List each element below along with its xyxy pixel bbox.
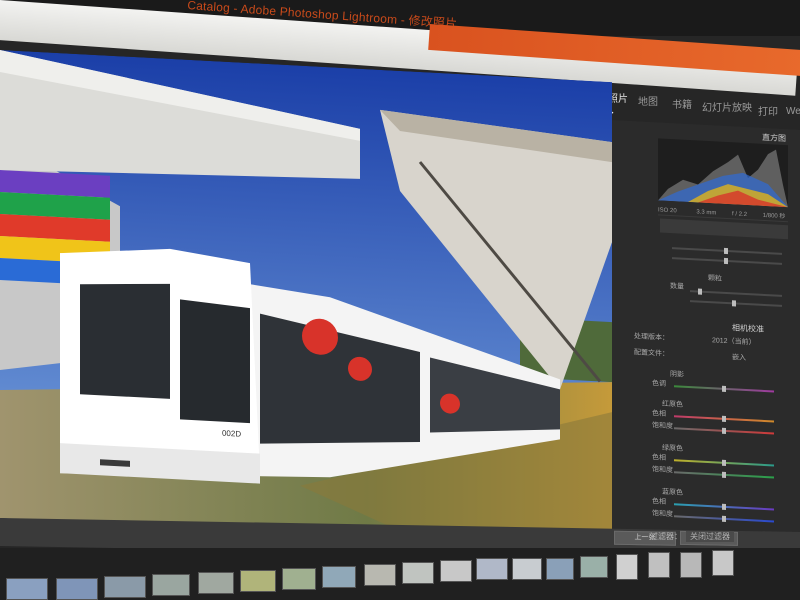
develop-panel: 直方图 ISO 20 3.3 mm f / 2.2 1/800 秒 颗粒 数量 … bbox=[612, 120, 800, 550]
filmstrip-thumbnail[interactable] bbox=[616, 554, 638, 580]
amount-slider[interactable] bbox=[690, 288, 782, 297]
filmstrip-thumbnail[interactable] bbox=[546, 558, 574, 580]
module-slideshow[interactable]: 幻灯片放映 bbox=[702, 99, 752, 114]
filmstrip-thumbnail[interactable] bbox=[322, 566, 356, 588]
label-blue-saturation: 饱和度 bbox=[652, 510, 673, 519]
filmstrip-thumbnail[interactable] bbox=[198, 572, 234, 594]
module-book[interactable]: 书籍 bbox=[672, 96, 692, 111]
module-web[interactable]: Web bbox=[786, 106, 800, 117]
camera-calibration-header[interactable]: 相机校准 bbox=[732, 322, 764, 335]
red-saturation-knob[interactable] bbox=[722, 427, 726, 434]
label-red-saturation: 饱和度 bbox=[652, 422, 673, 431]
green-saturation-knob[interactable] bbox=[722, 471, 726, 478]
histogram-header: 直方图 bbox=[762, 132, 786, 144]
red-hue-slider[interactable] bbox=[674, 415, 774, 423]
red-saturation-slider[interactable] bbox=[674, 427, 774, 435]
slider-track[interactable] bbox=[672, 257, 782, 265]
label-green-hue: 色相 bbox=[652, 454, 666, 462]
blue-hue-knob[interactable] bbox=[722, 503, 726, 510]
blue-hue-slider[interactable] bbox=[674, 503, 774, 511]
filmstrip-thumbnail[interactable] bbox=[104, 576, 146, 598]
section-title-effects: 颗粒 bbox=[708, 275, 722, 283]
slider-knob[interactable] bbox=[724, 257, 728, 265]
screen-photo: Catalog - Adobe Photoshop Lightroom - 修改… bbox=[0, 0, 800, 600]
tram-number: 002D bbox=[222, 429, 241, 439]
slider-track[interactable] bbox=[672, 247, 782, 255]
slider-knob[interactable] bbox=[724, 247, 728, 255]
filmstrip bbox=[0, 548, 800, 600]
filmstrip-thumbnail[interactable] bbox=[512, 558, 542, 580]
filmstrip-thumbnail[interactable] bbox=[6, 578, 48, 600]
label-red-hue: 色相 bbox=[652, 410, 666, 418]
module-print[interactable]: 打印 bbox=[758, 103, 778, 118]
histogram bbox=[658, 138, 788, 208]
label-amount: 数量 bbox=[670, 283, 684, 291]
filmstrip-thumbnail[interactable] bbox=[476, 558, 508, 580]
filmstrip-thumbnail[interactable] bbox=[240, 570, 276, 592]
filmstrip-thumbnail[interactable] bbox=[364, 564, 396, 586]
red-hue-knob[interactable] bbox=[722, 415, 726, 422]
iso-value: ISO 20 bbox=[658, 207, 677, 215]
profile-value[interactable]: 嵌入 bbox=[732, 352, 746, 363]
photo-canvas[interactable]: 002D bbox=[0, 50, 612, 551]
shadow-tint-slider[interactable] bbox=[674, 385, 774, 393]
tool-strip[interactable] bbox=[660, 218, 788, 240]
blue-saturation-knob[interactable] bbox=[722, 515, 726, 522]
filmstrip-thumbnail[interactable] bbox=[712, 550, 734, 576]
green-hue-slider[interactable] bbox=[674, 459, 774, 467]
green-saturation-slider[interactable] bbox=[674, 471, 774, 479]
slider-track[interactable] bbox=[690, 300, 782, 307]
label-process: 处理版本： bbox=[634, 333, 669, 342]
aperture: f / 2.2 bbox=[732, 211, 748, 219]
label-tint: 色调 bbox=[652, 380, 666, 388]
filter-dropdown[interactable]: 关闭过滤器 bbox=[686, 531, 734, 542]
filmstrip-thumbnail[interactable] bbox=[56, 578, 98, 600]
label-shadows: 阴影 bbox=[670, 371, 684, 379]
amount-knob[interactable] bbox=[698, 288, 702, 295]
filmstrip-filter-bar: 过滤器： 关闭过滤器 bbox=[612, 531, 800, 543]
module-map[interactable]: 地图 bbox=[638, 93, 658, 108]
shutter: 1/800 秒 bbox=[762, 212, 786, 221]
label-profile: 配置文件： bbox=[634, 349, 669, 358]
filmstrip-thumbnail[interactable] bbox=[152, 574, 190, 596]
filmstrip-thumbnail[interactable] bbox=[282, 568, 316, 590]
filmstrip-thumbnail[interactable] bbox=[440, 560, 472, 582]
process-value[interactable]: 2012（当前） bbox=[712, 335, 756, 347]
filmstrip-thumbnail[interactable] bbox=[680, 552, 702, 578]
slider-knob[interactable] bbox=[732, 300, 736, 307]
shadow-tint-knob[interactable] bbox=[722, 385, 726, 392]
tram-photo: 002D bbox=[0, 50, 612, 551]
focal-length: 3.3 mm bbox=[696, 209, 717, 217]
label-blue-hue: 色相 bbox=[652, 498, 666, 506]
label-green-saturation: 饱和度 bbox=[652, 466, 673, 475]
filmstrip-thumbnail[interactable] bbox=[580, 556, 608, 578]
green-hue-knob[interactable] bbox=[722, 459, 726, 466]
blue-saturation-slider[interactable] bbox=[674, 515, 774, 523]
filmstrip-thumbnail[interactable] bbox=[648, 552, 670, 578]
filter-label: 过滤器： bbox=[650, 532, 682, 541]
filmstrip-thumbnail[interactable] bbox=[402, 562, 434, 584]
